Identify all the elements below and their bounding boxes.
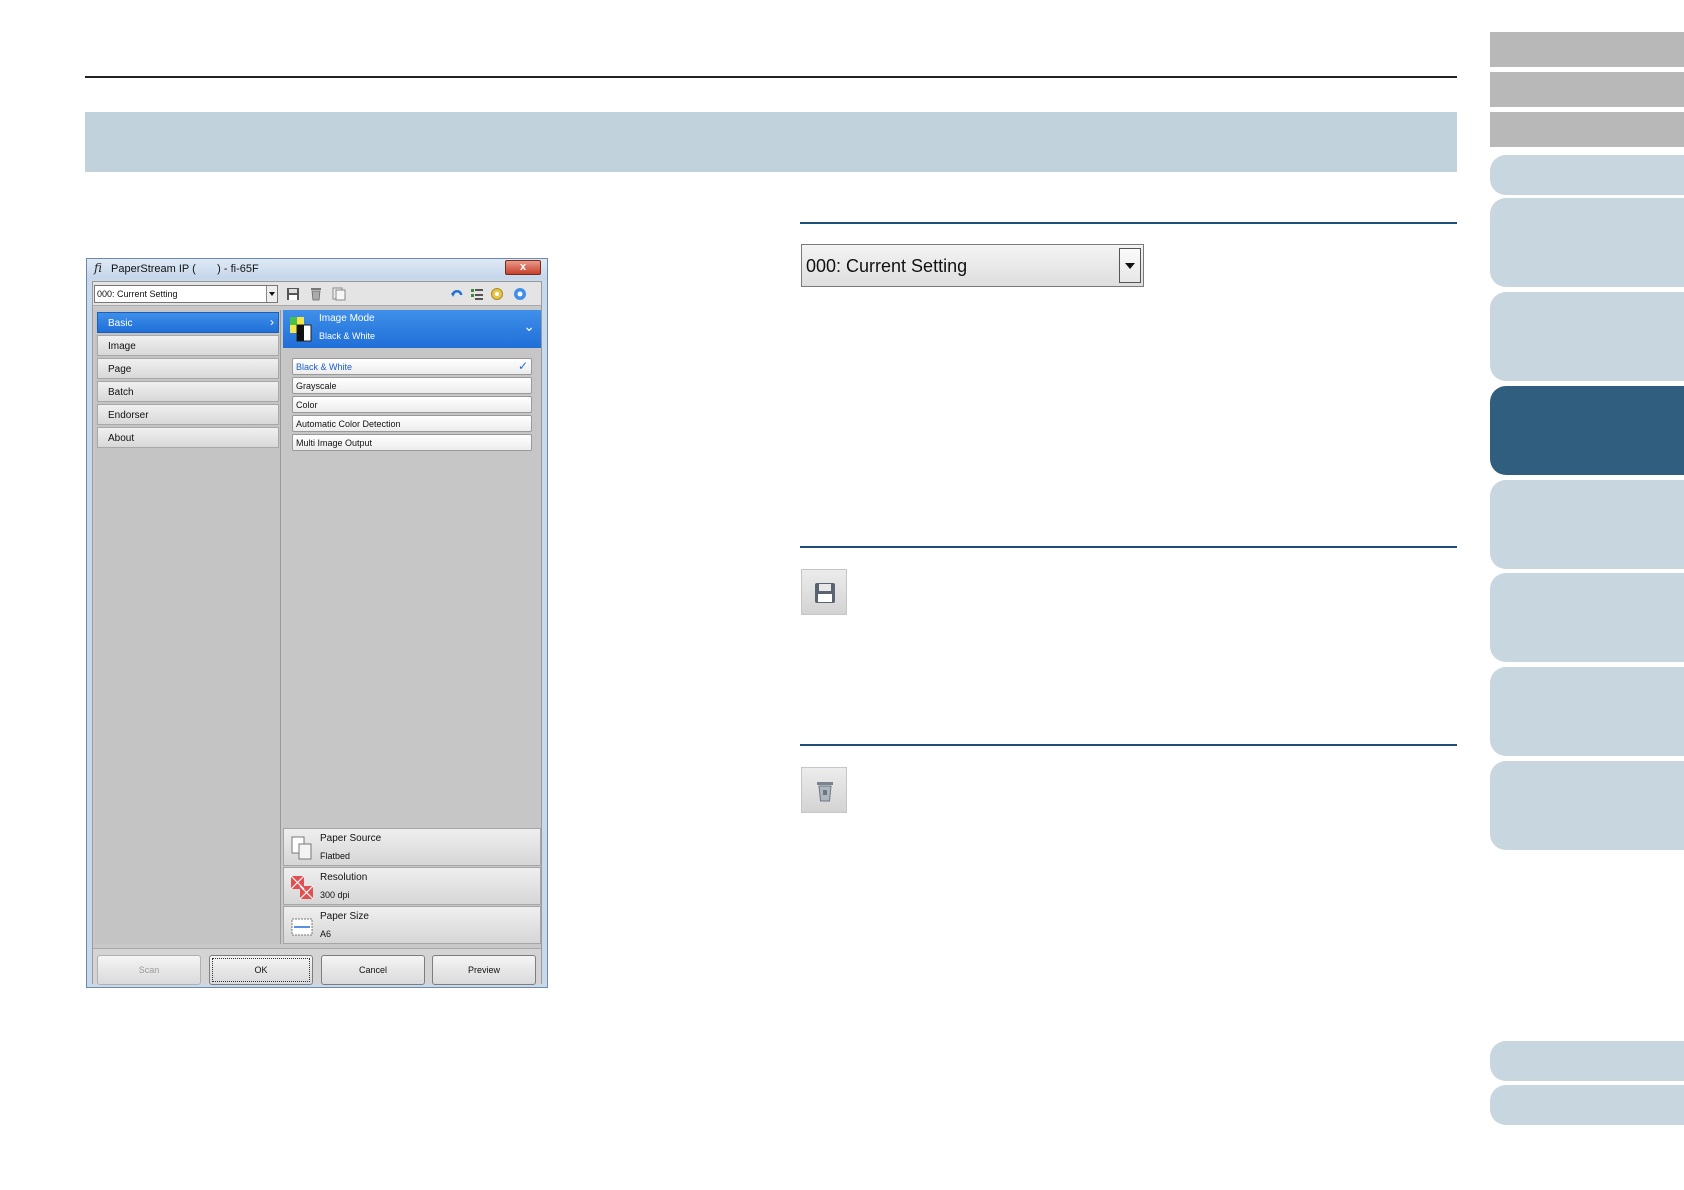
side-tab-3[interactable] <box>1490 112 1684 147</box>
side-tab-8[interactable] <box>1490 480 1684 569</box>
side-tab-11[interactable] <box>1490 761 1684 850</box>
check-icon: ✓ <box>517 359 528 373</box>
toolbar-list-icon[interactable] <box>470 287 484 301</box>
option-grayscale[interactable]: Grayscale <box>292 377 532 394</box>
side-tab-4[interactable] <box>1490 155 1684 195</box>
dialog-title: PaperStream IP ( ) - fi-65F <box>111 263 259 275</box>
side-tab-2[interactable] <box>1490 72 1684 107</box>
scan-button[interactable]: Scan <box>97 955 201 985</box>
side-tab-1[interactable] <box>1490 32 1684 67</box>
chevron-down-icon: ⌄ <box>523 318 535 334</box>
paper-size-icon <box>291 918 313 936</box>
image-mode-header[interactable]: Image Mode Black & White ⌄ <box>283 310 541 348</box>
nav-item-page[interactable]: Page <box>97 358 279 379</box>
option-label: Color <box>296 400 318 410</box>
delete-button-large[interactable] <box>801 767 847 813</box>
side-tab-13[interactable] <box>1490 1085 1684 1125</box>
profile-combo-large-text: 000: Current Setting <box>806 256 968 276</box>
nav-item-label: Image <box>108 341 136 352</box>
section-rule-2 <box>800 546 1457 548</box>
settings-pane: Image Mode Black & White ⌄ Black & White… <box>283 310 541 944</box>
close-icon[interactable]: x <box>505 260 541 275</box>
resolution-icon <box>290 875 314 900</box>
option-label: Grayscale <box>296 381 337 391</box>
summary-value: A6 <box>320 929 332 939</box>
scanner-dialog: fi PaperStream IP ( ) - fi-65F x 000: Cu… <box>86 258 548 988</box>
side-tab-10[interactable] <box>1490 667 1684 756</box>
option-black-white[interactable]: Black & White ✓ <box>292 358 532 375</box>
option-label: Black & White <box>296 362 353 372</box>
fi-logo: fi <box>94 261 103 275</box>
toolbar-copy-icon[interactable] <box>332 287 346 301</box>
option-label: Multi Image Output <box>296 438 373 448</box>
paper-source-icon <box>291 836 312 860</box>
option-label: Automatic Color Detection <box>296 419 401 429</box>
save-icon <box>815 583 835 603</box>
title-band <box>85 112 1457 172</box>
side-tab-12[interactable] <box>1490 1041 1684 1081</box>
top-rule <box>85 76 1457 78</box>
dialog-client: 000: Current Setting Basic › Image Page … <box>92 281 542 985</box>
summary-paper-source[interactable]: Paper Source Flatbed <box>283 828 541 866</box>
summary-paper-size[interactable]: Paper Size A6 <box>283 906 541 944</box>
side-tab-9[interactable] <box>1490 573 1684 662</box>
nav-pane: Basic › Image Page Batch Endorser About <box>95 310 281 944</box>
nav-item-label: Basic <box>108 318 133 329</box>
summary-resolution[interactable]: Resolution 300 dpi <box>283 867 541 905</box>
section-rule-1 <box>800 222 1457 224</box>
toolbar-save-icon[interactable] <box>286 287 300 301</box>
nav-item-basic[interactable]: Basic › <box>97 312 279 333</box>
chevron-right-icon: › <box>270 315 274 329</box>
nav-item-label: Batch <box>108 387 134 398</box>
profile-combo-large[interactable]: 000: Current Setting <box>801 244 1144 287</box>
profile-combo[interactable]: 000: Current Setting <box>94 285 278 303</box>
toolbar-gear-icon[interactable] <box>490 287 504 301</box>
side-tab-5[interactable] <box>1490 198 1684 287</box>
profile-combo-text: 000: Current Setting <box>97 289 178 299</box>
nav-item-about[interactable]: About <box>97 427 279 448</box>
nav-item-label: Page <box>108 364 132 375</box>
image-mode-title: Image Mode <box>319 313 375 324</box>
option-multi-image[interactable]: Multi Image Output <box>292 434 532 451</box>
dialog-toolbar: 000: Current Setting <box>93 282 541 306</box>
summary-title: Paper Size <box>320 911 369 922</box>
nav-item-endorser[interactable]: Endorser <box>97 404 279 425</box>
nav-item-label: Endorser <box>108 410 149 421</box>
side-tab-6[interactable] <box>1490 292 1684 381</box>
section-rule-3 <box>800 744 1457 746</box>
option-color[interactable]: Color <box>292 396 532 413</box>
nav-item-label: About <box>108 433 135 444</box>
toolbar-undo-icon[interactable] <box>450 287 464 301</box>
nav-item-batch[interactable]: Batch <box>97 381 279 402</box>
delete-icon <box>817 782 833 802</box>
cancel-button[interactable]: Cancel <box>321 955 425 985</box>
image-mode-icon <box>290 317 312 342</box>
summary-title: Paper Source <box>320 833 382 844</box>
summary-value: 300 dpi <box>320 890 350 900</box>
save-button-large[interactable] <box>801 569 847 615</box>
summary-value: Flatbed <box>320 851 351 861</box>
preview-button[interactable]: Preview <box>432 955 536 985</box>
toolbar-help-icon[interactable] <box>513 287 527 301</box>
image-mode-value: Black & White <box>319 331 376 341</box>
dropdown-arrow-icon[interactable] <box>1119 248 1141 283</box>
dialog-button-bar: Scan OK Cancel Preview <box>93 948 541 985</box>
toolbar-delete-icon[interactable] <box>309 287 323 301</box>
side-tab-active[interactable] <box>1490 386 1684 475</box>
option-auto-color[interactable]: Automatic Color Detection <box>292 415 532 432</box>
dialog-titlebar: fi PaperStream IP ( ) - fi-65F x <box>87 259 547 279</box>
nav-item-image[interactable]: Image <box>97 335 279 356</box>
summary-title: Resolution <box>320 872 368 883</box>
ok-button[interactable]: OK <box>209 955 313 985</box>
chevron-down-icon[interactable] <box>266 286 277 302</box>
